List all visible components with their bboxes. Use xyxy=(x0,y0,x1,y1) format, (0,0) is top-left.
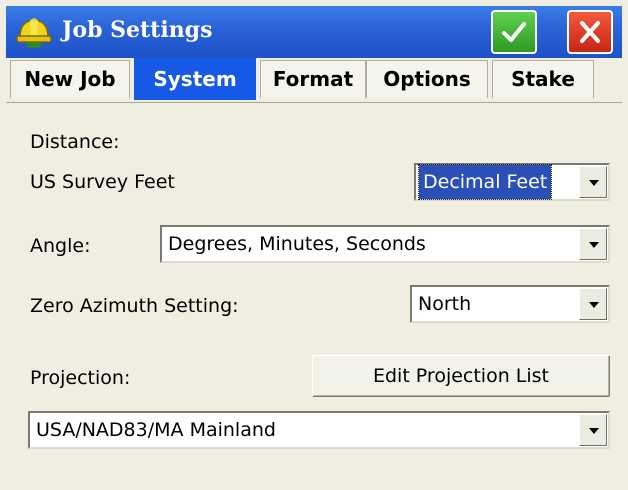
tab-system[interactable]: System xyxy=(134,58,256,100)
angle-label: Angle: xyxy=(30,235,91,257)
tab-new-job[interactable]: New Job xyxy=(10,60,130,98)
chevron-down-icon[interactable] xyxy=(579,228,607,260)
distance-format-value: Decimal Feet xyxy=(417,164,553,200)
tab-options[interactable]: Options xyxy=(366,60,488,98)
tab-bar: New Job System Format Options Stake xyxy=(6,58,622,102)
distance-label: Distance: xyxy=(30,131,120,153)
distance-format-select[interactable]: Decimal Feet xyxy=(414,163,610,201)
zero-azimuth-select[interactable]: North xyxy=(410,285,610,323)
edit-projection-list-button[interactable]: Edit Projection List xyxy=(312,355,610,397)
chevron-down-icon[interactable] xyxy=(579,166,607,198)
title-bar: Job Settings xyxy=(6,6,622,58)
tab-stake[interactable]: Stake xyxy=(492,60,594,98)
chevron-down-icon[interactable] xyxy=(579,288,607,320)
window-title: Job Settings xyxy=(62,17,213,43)
ok-button[interactable] xyxy=(491,10,537,54)
chevron-down-icon[interactable] xyxy=(579,414,607,446)
zero-azimuth-value: North xyxy=(418,293,472,315)
checkmark-icon xyxy=(502,22,526,42)
close-x-icon xyxy=(580,21,600,43)
hardhat-icon xyxy=(16,15,52,49)
angle-value: Degrees, Minutes, Seconds xyxy=(168,233,426,255)
projection-label: Projection: xyxy=(30,367,131,389)
angle-select[interactable]: Degrees, Minutes, Seconds xyxy=(160,225,610,263)
projection-value: USA/NAD83/MA Mainland xyxy=(36,419,276,441)
close-button[interactable] xyxy=(567,10,613,54)
system-settings-panel: Distance: US Survey Feet Decimal Feet An… xyxy=(6,102,622,486)
distance-units-text: US Survey Feet xyxy=(30,171,175,193)
projection-select[interactable]: USA/NAD83/MA Mainland xyxy=(28,411,610,449)
tab-format[interactable]: Format xyxy=(260,60,366,98)
zero-azimuth-label: Zero Azimuth Setting: xyxy=(30,295,239,317)
